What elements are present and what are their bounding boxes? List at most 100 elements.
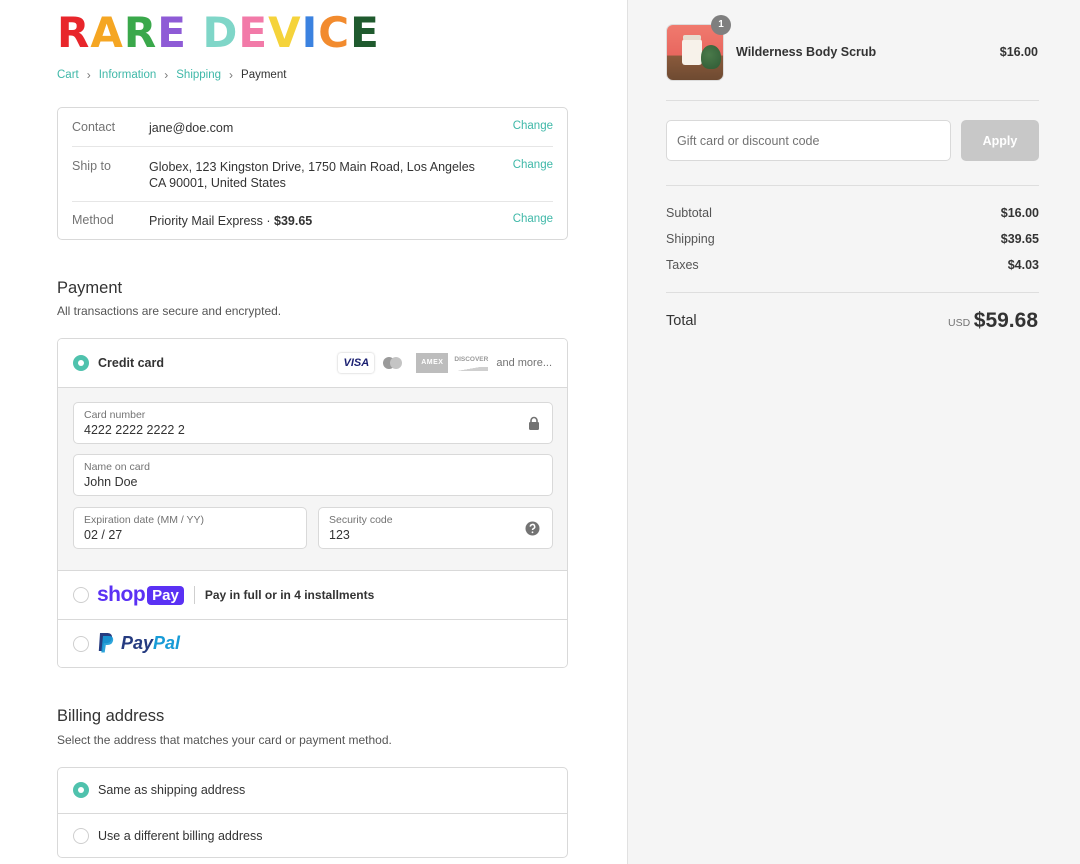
breadcrumb: Cart › Information › Shipping › Payment [57,68,286,82]
name-on-card-value: John Doe [84,475,138,489]
shipping-value: $39.65 [1000,232,1039,246]
order-summary: Wilderness Body Scrub $16.00 Apply Subto… [627,0,1080,864]
review-contact-row: Contact jane@doe.com Change [72,120,553,136]
card-number-field[interactable]: Card number 4222 2222 2222 2 [73,402,553,444]
method-price: $39.65 [274,214,313,228]
billing-same-radio[interactable] [73,782,89,798]
billing-same-option[interactable]: Same as shipping address [58,768,567,813]
logo-letter: I [301,8,319,57]
breadcrumb-cart[interactable]: Cart [57,69,79,81]
breadcrumb-payment: Payment [241,69,287,81]
payment-subtitle: All transactions are secure and encrypte… [57,304,282,318]
review-block: Contact jane@doe.com Change Ship to Glob… [57,107,568,240]
chevron-right-icon: › [86,68,91,82]
divider [666,100,1039,101]
expiry-value: 02 / 27 [84,528,123,542]
card-number-label: Card number [84,409,146,421]
divider [666,185,1039,186]
lock-icon [528,416,540,434]
total-currency: USD [948,317,971,329]
logo-letter: A [90,8,124,57]
review-contact-label: Contact [72,120,116,134]
total-value: $59.68 [973,309,1038,332]
change-contact-link[interactable]: Change [513,120,553,136]
credit-card-option[interactable]: Credit card VISA AMEX DISCOVER and more.… [58,339,567,388]
subtotal-row: Subtotal $16.00 [666,206,1039,220]
expiry-field[interactable]: Expiration date (MM / YY) 02 / 27 [73,507,307,549]
name-on-card-label: Name on card [84,461,150,473]
paypal-wordmark: PayPal [121,633,180,654]
paypal-word-pay: Pay [121,632,154,653]
store-logo[interactable]: RARE DEVICE [57,12,380,54]
card-number-value: 4222 2222 2222 2 [84,423,185,437]
shipping-row: Shipping $39.65 [666,232,1039,246]
taxes-value: $4.03 [1007,258,1039,272]
security-code-value: 123 [329,528,350,542]
taxes-label: Taxes [666,258,699,272]
logo-letter: E [157,8,187,57]
visa-icon: VISA [338,353,375,373]
paypal-option[interactable]: PayPal [58,620,567,667]
chevron-right-icon: › [164,68,169,82]
amex-icon: AMEX [416,353,449,373]
breadcrumb-shipping[interactable]: Shipping [176,69,221,81]
security-code-field[interactable]: Security code 123 [318,507,553,549]
divider [72,201,553,202]
chevron-right-icon: › [229,68,234,82]
payment-title: Payment [57,279,123,297]
discover-icon: DISCOVER [454,353,489,373]
review-contact-value: jane@doe.com [149,121,234,135]
subtotal-value: $16.00 [1000,206,1039,220]
billing-different-radio[interactable] [73,828,89,844]
shipping-label: Shipping [666,232,715,246]
paypal-logo: PayPal [97,632,180,654]
checkout-main: RARE DEVICE Cart › Information › Shippin… [0,0,627,864]
help-icon[interactable] [525,521,540,539]
name-on-card-field[interactable]: Name on card John Doe [73,454,553,496]
credit-card-label: Credit card [98,356,164,370]
shoppay-installments-text: Pay in full or in 4 installments [204,588,375,602]
divider [193,586,195,604]
quantity-badge: 1 [711,15,731,35]
logo-letter: C [318,8,351,57]
product-jar-image [682,35,702,65]
mastercard-icon [380,353,410,373]
breadcrumb-information[interactable]: Information [99,69,157,81]
review-method-row: Method Priority Mail Express · $39.65 Ch… [72,213,553,229]
expiry-label: Expiration date (MM / YY) [84,514,205,526]
apply-discount-button[interactable]: Apply [961,120,1039,161]
shop-wordmark: shop [97,583,146,606]
shop-pay-badge: Pay [147,585,184,605]
product-plant-image [701,45,721,69]
billing-options: Same as shipping address Use a different… [57,767,568,858]
shoppay-radio[interactable] [73,587,89,603]
billing-different-label: Use a different billing address [98,829,263,843]
product-price: $16.00 [999,45,1038,59]
paypal-radio[interactable] [73,636,89,652]
change-method-link[interactable]: Change [513,213,553,229]
review-ship-row: Ship to Globex, 123 Kingston Drive, 1750… [72,159,553,191]
credit-card-radio[interactable] [73,355,89,371]
logo-letter: E [350,8,380,57]
billing-same-label: Same as shipping address [98,783,246,797]
taxes-row: Taxes $4.03 [666,258,1039,272]
review-method-value: Priority Mail Express · $39.65 [149,213,513,229]
logo-letter: E [238,8,269,57]
payment-methods: Credit card VISA AMEX DISCOVER and more.… [57,338,568,668]
method-name: Priority Mail Express · [149,214,275,228]
divider [72,146,553,147]
change-ship-link[interactable]: Change [513,159,553,191]
shoppay-logo: shop Pay Pay in full or in 4 installment… [97,583,374,607]
shoppay-option[interactable]: shop Pay Pay in full or in 4 installment… [58,571,567,620]
discount-code-input[interactable] [666,120,951,161]
more-cards-text: and more... [496,357,552,369]
review-ship-value: Globex, 123 Kingston Drive, 1750 Main Ro… [149,160,475,190]
card-brands: VISA AMEX DISCOVER and more... [338,353,552,373]
paypal-word-pal: Pal [153,632,181,653]
billing-different-option[interactable]: Use a different billing address [58,814,567,859]
billing-title: Billing address [57,707,165,725]
subtotal-label: Subtotal [666,206,712,220]
review-method-label: Method [72,213,114,227]
paypal-icon [97,632,115,654]
credit-card-fields: Card number 4222 2222 2222 2 Name on car… [58,388,567,571]
